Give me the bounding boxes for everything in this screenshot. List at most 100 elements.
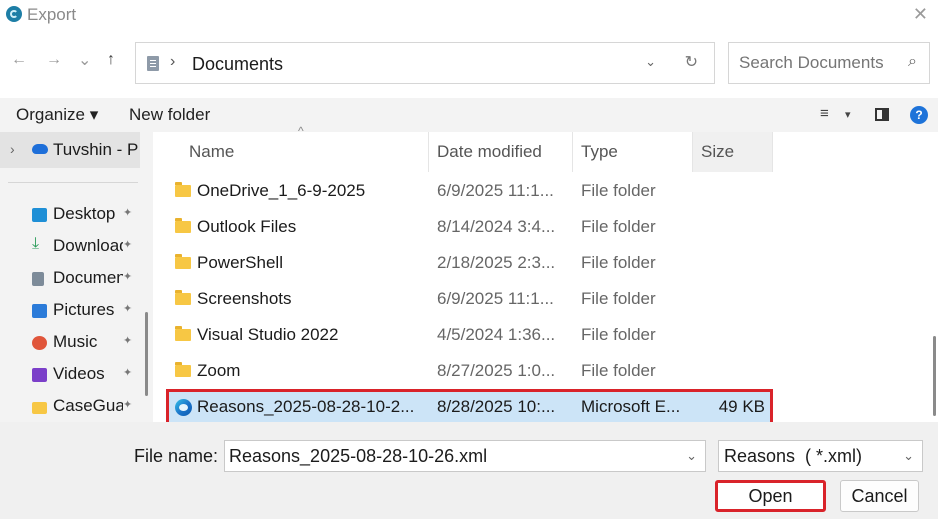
file-date: 8/14/2024 3:4...: [437, 217, 556, 236]
pin-icon: ✦: [123, 335, 133, 347]
app-icon: [6, 6, 22, 22]
view-options-chevron-icon[interactable]: ▾: [845, 108, 851, 121]
address-bar[interactable]: › Documents ⌄ ↻: [135, 42, 715, 84]
onedrive-cloud-icon: [32, 144, 48, 154]
sidebar-item-videos[interactable]: Videos ✦: [32, 362, 144, 390]
pin-icon: ✦: [123, 367, 133, 379]
back-arrow-icon[interactable]: ←: [11, 51, 27, 69]
documents-icon: [147, 56, 159, 71]
view-list-icon[interactable]: ≡: [820, 105, 829, 122]
file-date: 4/5/2024 1:36...: [437, 325, 556, 344]
file-type: File folder: [581, 181, 656, 200]
column-header-size[interactable]: Size: [693, 132, 773, 172]
file-list: Name Date modified Type Size OneDrive_1_…: [153, 132, 938, 426]
open-button[interactable]: Open: [715, 480, 826, 512]
close-icon[interactable]: ✕: [913, 4, 928, 25]
list-item[interactable]: Screenshots 6/9/2025 11:1... File folder: [168, 282, 773, 318]
file-type-value: Reasons ( *.xml): [724, 446, 863, 466]
chevron-down-icon[interactable]: ⌄: [645, 54, 656, 70]
search-box[interactable]: ⌕: [728, 42, 930, 84]
sidebar-item-label: CaseGuard: [53, 396, 123, 415]
folder-icon: [175, 254, 191, 269]
chevron-down-icon[interactable]: ⌄: [686, 448, 697, 464]
sidebar-item-music[interactable]: Music ✦: [32, 330, 144, 358]
pin-icon: ✦: [123, 303, 133, 315]
help-icon[interactable]: ?: [910, 106, 928, 124]
file-name: Visual Studio 2022: [197, 325, 339, 344]
cancel-button[interactable]: Cancel: [840, 480, 919, 512]
pin-icon: ✦: [123, 207, 133, 219]
document-icon: [32, 272, 44, 286]
refresh-icon[interactable]: ↻: [685, 52, 698, 72]
folder-icon: [175, 326, 191, 341]
forward-arrow-icon[interactable]: →: [46, 51, 62, 69]
file-list-scrollbar[interactable]: [933, 336, 936, 416]
file-name: Zoom: [197, 361, 241, 380]
music-icon: [32, 336, 47, 350]
breadcrumb-documents[interactable]: Documents: [192, 54, 283, 75]
list-item[interactable]: Zoom 8/27/2025 1:0... File folder: [168, 354, 773, 390]
sidebar-item-desktop[interactable]: Desktop ✦: [32, 202, 144, 230]
file-name: Screenshots: [197, 289, 292, 308]
sidebar-scrollbar[interactable]: [145, 312, 148, 396]
recent-locations-icon[interactable]: ⌄: [78, 50, 91, 70]
file-type-select[interactable]: Reasons ( *.xml) ⌄: [718, 440, 923, 472]
sidebar-item-label: Downloads: [53, 236, 123, 255]
file-name: OneDrive_1_6-9-2025: [197, 181, 366, 200]
new-folder-button[interactable]: New folder: [129, 105, 210, 125]
search-icon[interactable]: ⌕: [908, 53, 917, 71]
file-type: File folder: [581, 217, 656, 236]
file-name-combobox[interactable]: ⌄: [224, 440, 706, 472]
file-name-input[interactable]: [229, 446, 669, 467]
file-type: File folder: [581, 289, 656, 308]
expand-chevron-icon[interactable]: ›: [10, 141, 15, 157]
pictures-icon: [32, 304, 47, 318]
pin-icon: ✦: [123, 239, 133, 251]
sidebar-item-pictures[interactable]: Pictures ✦: [32, 298, 144, 326]
chevron-down-icon[interactable]: ⌄: [903, 448, 914, 464]
pin-icon: ✦: [123, 399, 133, 411]
download-icon: ⤓: [32, 235, 40, 252]
preview-pane-icon[interactable]: [875, 108, 889, 121]
up-arrow-icon[interactable]: ↑: [107, 51, 115, 69]
sort-caret-icon: ^: [298, 124, 304, 138]
file-type: File folder: [581, 325, 656, 344]
file-date: 6/9/2025 11:1...: [437, 289, 554, 308]
file-name-label: File name:: [134, 446, 219, 466]
sidebar-item-label: Videos: [53, 364, 105, 383]
folder-icon: [32, 402, 47, 414]
file-type: File folder: [581, 361, 656, 380]
folder-icon: [175, 182, 191, 197]
search-input[interactable]: [739, 53, 899, 73]
list-item[interactable]: Visual Studio 2022 4/5/2024 1:36... File…: [168, 318, 773, 354]
pin-icon: ✦: [123, 271, 133, 283]
sidebar-item-label: Desktop: [53, 204, 116, 223]
navigation-pane: › Tuvshin - P Desktop ✦ ⤓ Downloads ✦ Do…: [0, 132, 153, 422]
list-item[interactable]: OneDrive_1_6-9-2025 6/9/2025 11:1... Fil…: [168, 174, 773, 210]
column-header-date-modified[interactable]: Date modified: [429, 132, 573, 172]
window-title: Export: [27, 5, 77, 24]
sidebar-item-label: Tuvshin - P: [53, 140, 139, 159]
divider: [8, 182, 138, 183]
sidebar-item-label: Documents: [53, 268, 123, 287]
file-date: 8/27/2025 1:0...: [437, 361, 556, 380]
file-date: 6/9/2025 11:1...: [437, 181, 554, 200]
sidebar-item-label: Pictures: [53, 300, 115, 319]
sidebar-item-documents[interactable]: Documents ✦: [32, 266, 144, 294]
list-item[interactable]: PowerShell 2/18/2025 2:3... File folder: [168, 246, 773, 282]
folder-icon: [175, 218, 191, 233]
desktop-icon: [32, 208, 47, 222]
organize-button[interactable]: Organize ▾: [16, 105, 98, 125]
list-item[interactable]: Outlook Files 8/14/2024 3:4... File fold…: [168, 210, 773, 246]
sidebar-item-caseguard[interactable]: CaseGuard ✦: [32, 394, 144, 422]
file-name: Outlook Files: [197, 217, 297, 236]
title-bar: Export ✕: [0, 0, 938, 30]
file-date: 2/18/2025 2:3...: [437, 253, 556, 272]
column-header-name[interactable]: Name: [181, 132, 429, 172]
file-type: File folder: [581, 253, 656, 272]
sidebar-item-label: Music: [53, 332, 98, 351]
breadcrumb-separator-icon[interactable]: ›: [170, 53, 175, 71]
column-header-type[interactable]: Type: [573, 132, 693, 172]
sidebar-item-onedrive[interactable]: › Tuvshin - P: [0, 132, 140, 168]
sidebar-item-downloads[interactable]: ⤓ Downloads ✦: [32, 234, 144, 262]
